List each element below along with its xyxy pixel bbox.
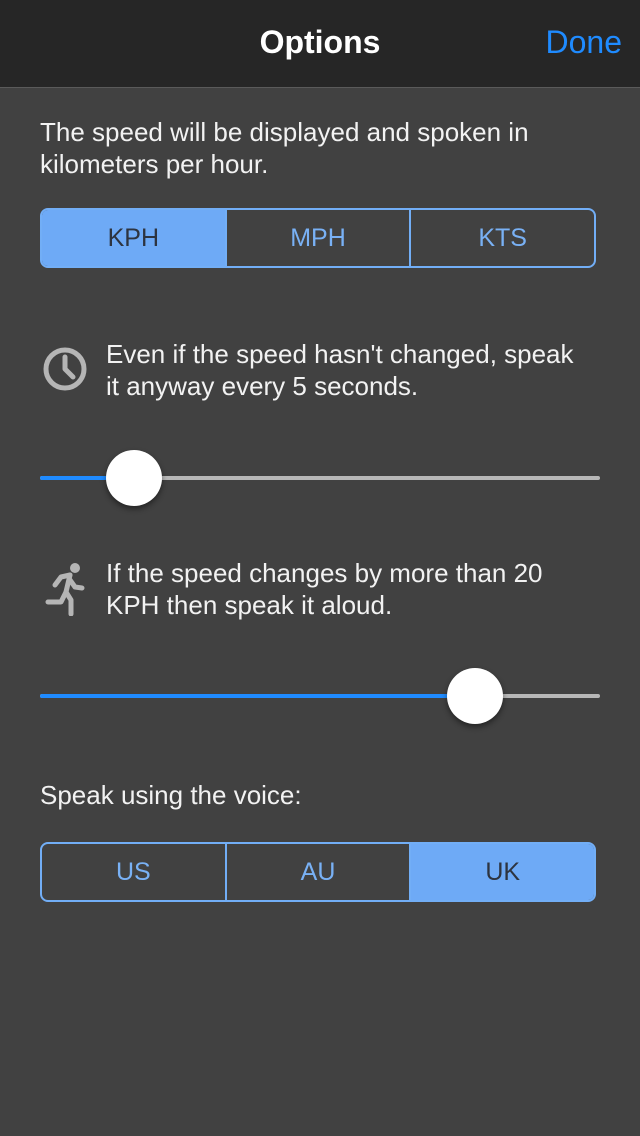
- segment-us[interactable]: US: [42, 844, 225, 900]
- segment-uk[interactable]: UK: [409, 844, 594, 900]
- page-title: Options: [259, 24, 381, 60]
- interval-text: Even if the speed hasn't changed, speak …: [106, 339, 574, 401]
- done-button[interactable]: Done: [546, 24, 623, 61]
- running-person-icon: [44, 562, 86, 621]
- clock-icon: [42, 346, 88, 397]
- navigation-bar: Options Done: [0, 0, 640, 88]
- voice-segmented-control: US AU UK: [40, 842, 596, 902]
- segment-kph[interactable]: KPH: [42, 210, 225, 266]
- units-segmented-control: KPH MPH KTS: [40, 208, 596, 268]
- segment-mph[interactable]: MPH: [224, 210, 410, 266]
- slider-thumb[interactable]: [447, 668, 504, 724]
- change-slider[interactable]: [40, 666, 600, 726]
- segment-au[interactable]: AU: [224, 844, 410, 900]
- change-text: If the speed changes by more than 20 KPH…: [106, 558, 543, 620]
- segment-kts[interactable]: KTS: [409, 210, 594, 266]
- slider-thumb[interactable]: [105, 450, 162, 506]
- slider-fill: [40, 694, 476, 698]
- voice-label: Speak using the voice:: [40, 780, 302, 810]
- interval-slider[interactable]: [40, 448, 600, 508]
- units-description: The speed will be displayed and spoken i…: [40, 117, 529, 179]
